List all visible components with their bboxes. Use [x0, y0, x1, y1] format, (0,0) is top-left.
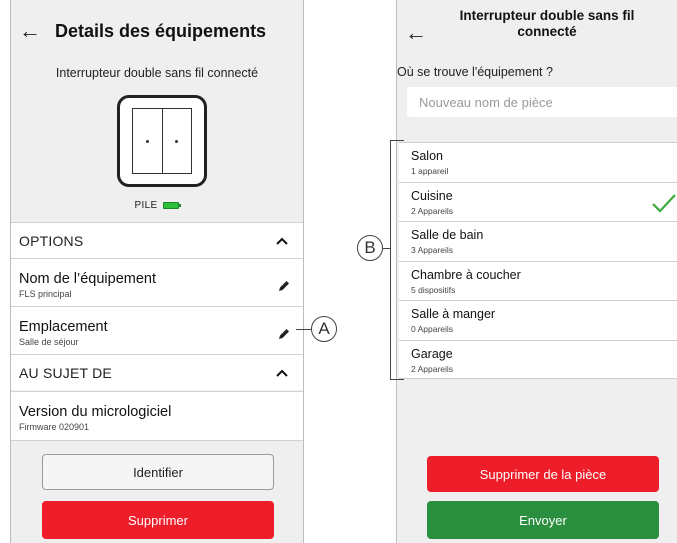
pencil-icon[interactable] — [277, 327, 291, 341]
battery-icon — [163, 201, 182, 209]
room-name: Salle à manger — [411, 307, 496, 321]
options-section-header[interactable]: OPTIONS — [11, 222, 303, 258]
room-name: Chambre à coucher — [411, 267, 521, 282]
list-item-garage[interactable]: Garage 2 Appareils — [399, 339, 677, 379]
list-item-salle-de-bain[interactable]: Salle de bain 3 Appareils — [399, 221, 677, 261]
room-name: Garage — [411, 346, 453, 361]
room-count: 0 Appareils — [411, 324, 454, 334]
checkmark-icon — [652, 193, 676, 213]
battery-label: PILE — [134, 200, 158, 211]
device-details-screen: ← Details des équipements Interrupteur d… — [10, 0, 304, 543]
item-value: Firmware 020901 — [19, 422, 90, 432]
callout-b: B — [357, 235, 383, 261]
back-arrow-icon[interactable]: ← — [405, 22, 427, 44]
room-count: 2 Appareils — [411, 363, 454, 374]
room-selection-screen: ← Interrupteur double sans fil connecté … — [396, 0, 677, 543]
about-section-header[interactable]: AU SUJET DE — [11, 354, 303, 390]
double-switch-icon — [117, 95, 207, 187]
location-question: Où se trouve l'équipement ? — [397, 65, 553, 79]
room-count: 1 appareil — [411, 166, 449, 176]
firmware-item: Version du micrologiciel Firmware 020901 — [11, 391, 303, 441]
item-label: Emplacement — [19, 319, 108, 335]
list-item-cuisine[interactable]: Cuisine 2 Appareils — [399, 181, 677, 221]
callout-b-line — [382, 248, 391, 250]
item-label: Version du micrologiciel — [19, 404, 172, 420]
chevron-up-icon[interactable] — [275, 234, 289, 248]
identify-button[interactable]: Identifier — [42, 454, 274, 490]
item-value: Salle de séjour — [19, 337, 79, 347]
remove-from-room-button[interactable]: Supprimer de la pièce — [427, 456, 659, 492]
room-count: 3 Appareils — [411, 245, 454, 255]
callout-b-bracket — [390, 140, 404, 380]
device-name: Interrupteur double sans fil connecté — [55, 66, 259, 80]
header: ← Details des équipements — [11, 0, 303, 58]
room-list: Salon 1 appareil Cuisine 2 Appareils Sal… — [399, 142, 677, 379]
list-item-salon[interactable]: Salon 1 appareil — [399, 142, 677, 182]
room-name: Salle de bain — [411, 228, 484, 242]
send-button[interactable]: Envoyer — [427, 501, 659, 539]
room-count: 2 Appareils — [411, 205, 454, 216]
callout-a: A — [311, 316, 337, 342]
room-name: Cuisine — [411, 188, 453, 203]
page-title: Interrupteur double sans fil connecté — [459, 8, 635, 39]
delete-button[interactable]: Supprimer — [42, 501, 274, 539]
item-label: Nom de l’équipement — [19, 271, 157, 287]
battery-status: PILE — [11, 200, 303, 211]
list-item-chambre[interactable]: Chambre à coucher 5 dispositifs — [399, 260, 677, 300]
section-title: AU SUJET DE — [19, 365, 112, 381]
section-title: OPTIONS — [19, 233, 84, 249]
chevron-up-icon[interactable] — [275, 366, 289, 380]
page-title: Details des équipements — [55, 21, 267, 41]
back-arrow-icon[interactable]: ← — [19, 20, 41, 42]
callout-a-line — [296, 329, 312, 331]
room-name: Salon — [411, 149, 443, 163]
device-name-item[interactable]: Nom de l’équipement FLS principal — [11, 258, 303, 306]
room-count: 5 dispositifs — [411, 284, 456, 295]
room-name-input[interactable] — [407, 87, 677, 117]
location-item[interactable]: Emplacement Salle de séjour — [11, 306, 303, 354]
pencil-icon[interactable] — [277, 279, 291, 293]
list-item-salle-a-manger[interactable]: Salle à manger 0 Appareils — [399, 300, 677, 340]
item-value: FLS principal — [19, 289, 72, 299]
